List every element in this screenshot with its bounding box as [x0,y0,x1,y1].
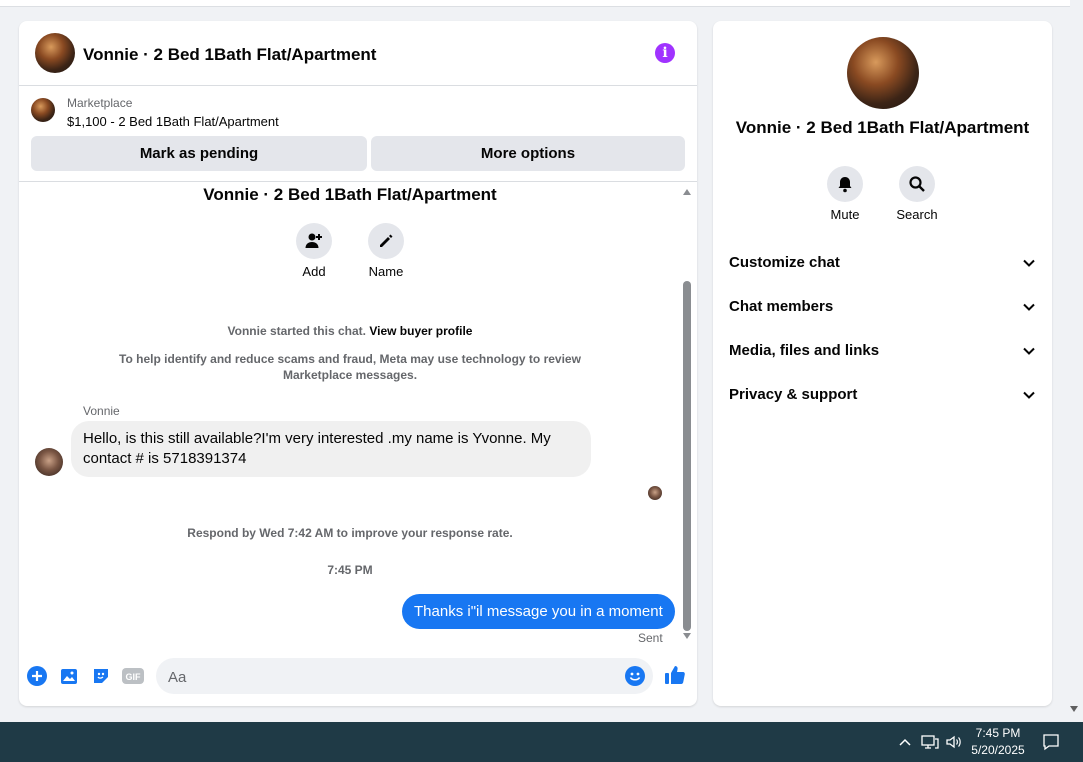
network-icon[interactable] [921,734,939,750]
message-input[interactable] [166,658,610,696]
page-scroll-down-arrow[interactable] [1070,706,1078,712]
mute-label: Mute [830,207,860,222]
profile-title: Vonnie · 2 Bed 1Bath Flat/Apartment [735,118,1030,137]
chevron-down-icon [1023,259,1035,267]
listing-price[interactable]: $1,100 - 2 Bed 1Bath Flat/Apartment [67,114,279,129]
scam-notice-line2: Marketplace messages. [282,368,418,382]
gif-icon[interactable]: GIF [122,666,144,686]
search-icon [909,176,925,192]
chevron-down-icon [1023,303,1035,311]
clock-date: 5/20/2025 [971,743,1025,757]
section-label: Customize chat [729,254,840,271]
mark-pending-button[interactable]: Mark as pending [31,136,367,171]
chat-started-notice: Vonnie started this chat. View buyer pro… [19,324,681,338]
scroll-up-arrow[interactable] [683,189,691,195]
edit-name-button[interactable] [368,223,404,259]
thread-title: Vonnie · 2 Bed 1Bath Flat/Apartment [203,185,497,204]
message-composer[interactable] [156,658,653,696]
search-label: Search [896,207,938,222]
add-people-button[interactable] [296,223,332,259]
respond-notice: Respond by Wed 7:42 AM to improve your r… [187,526,513,540]
chat-header: Vonnie · 2 Bed 1Bath Flat/Apartment i [19,21,697,86]
message-timestamp: 7:45 PM [327,563,373,577]
scroll-down-arrow[interactable] [683,633,691,639]
scroll-thumb[interactable] [683,281,691,631]
sticker-icon[interactable] [91,666,111,686]
section-label: Privacy & support [729,386,858,403]
add-label: Add [302,264,326,279]
chevron-down-icon [1023,391,1035,399]
bell-icon [838,177,852,193]
add-person-icon [305,233,322,248]
scam-notice-line1: To help identify and reduce scams and fr… [119,352,581,366]
chevron-up-icon[interactable] [898,735,912,749]
header-divider [19,181,697,182]
marketplace-label: Marketplace [67,96,133,110]
sender-avatar[interactable] [35,448,63,476]
privacy-support-row[interactable]: Privacy & support [729,386,1036,410]
chevron-down-icon [1023,347,1035,355]
info-icon[interactable]: i [655,43,675,63]
clock-time: 7:45 PM [975,726,1021,740]
svg-text:GIF: GIF [126,672,142,682]
top-bar [0,0,1070,7]
section-label: Media, files and links [729,342,880,359]
photo-icon[interactable] [59,666,79,686]
chat-title[interactable]: Vonnie · 2 Bed 1Bath Flat/Apartment [83,45,376,65]
more-options-button[interactable]: More options [371,136,685,171]
search-button[interactable] [899,166,935,202]
chat-avatar[interactable] [35,33,75,73]
thumbs-up-icon[interactable] [664,664,686,686]
mute-button[interactable] [827,166,863,202]
chat-members-row[interactable]: Chat members [729,298,1036,322]
read-receipt-avatar [648,486,662,500]
outgoing-message[interactable]: Thanks i"il message you in a moment [402,594,675,629]
section-label: Chat members [729,298,834,315]
profile-avatar[interactable] [847,37,919,109]
chat-info-panel: Vonnie · 2 Bed 1Bath Flat/Apartment Mute… [713,21,1052,706]
pencil-icon [380,234,393,247]
sender-name: Vonnie [83,404,120,418]
incoming-message[interactable]: Hello, is this still available?I'm very … [71,421,591,477]
plus-icon[interactable] [27,666,47,686]
taskbar-clock[interactable]: 7:45 PM 5/20/2025 [960,725,1036,759]
media-files-links-row[interactable]: Media, files and links [729,342,1036,366]
chat-panel: Vonnie · 2 Bed 1Bath Flat/Apartment i Ma… [19,21,697,706]
chat-started-text: Vonnie started this chat. [227,324,366,338]
windows-taskbar: 7:45 PM 5/20/2025 [0,722,1083,762]
sent-status: Sent [638,631,663,645]
notifications-icon[interactable] [1042,733,1060,751]
emoji-icon[interactable] [625,666,645,686]
customize-chat-row[interactable]: Customize chat [729,254,1036,278]
name-label: Name [368,264,404,279]
view-buyer-profile-link[interactable]: View buyer profile [369,324,472,338]
listing-thumbnail[interactable] [31,98,55,122]
